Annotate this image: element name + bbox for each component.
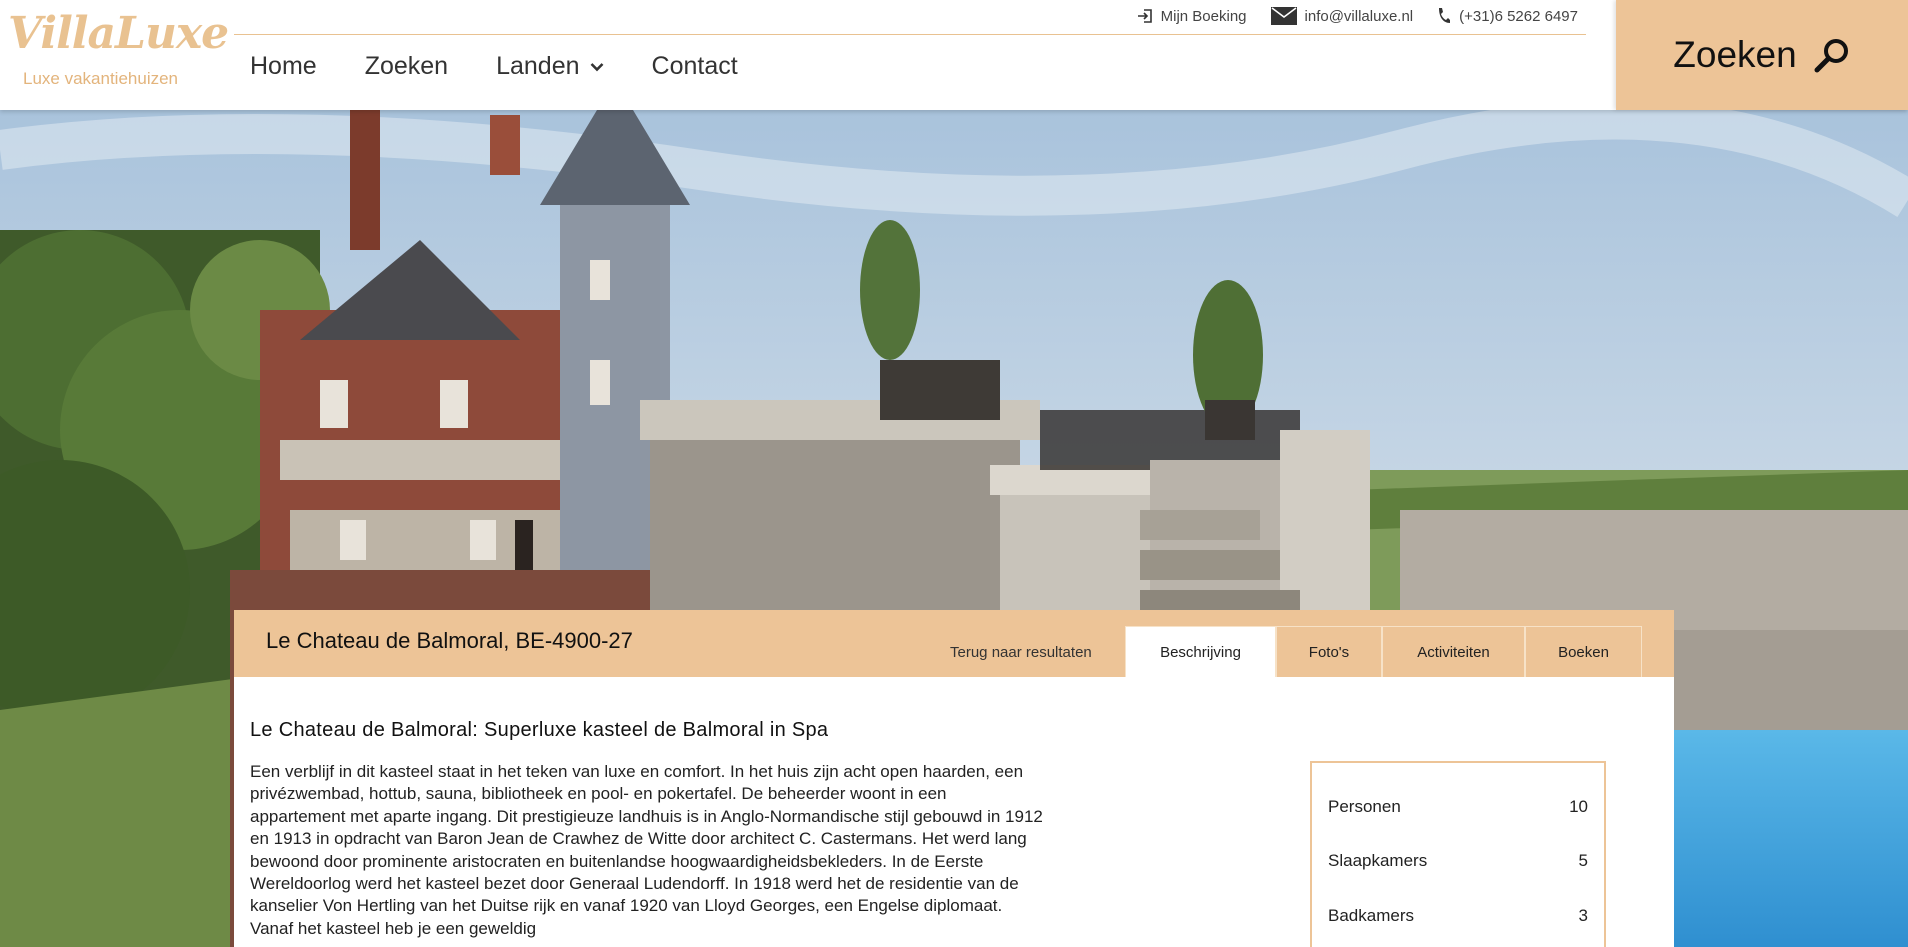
- tab-activiteiten[interactable]: Activiteiten: [1382, 626, 1525, 677]
- description-text: Een verblijf in dit kasteel staat in het…: [250, 762, 1043, 938]
- spec-row-badkamers: Badkamers 3: [1328, 906, 1588, 926]
- login-icon: [1137, 9, 1152, 23]
- property-title: Le Chateau de Balmoral, BE-4900-27: [266, 628, 633, 653]
- tab-boeken[interactable]: Boeken: [1525, 626, 1642, 677]
- spec-value: 3: [1578, 906, 1588, 925]
- chevron-down-icon: [590, 62, 603, 71]
- email-label: info@villaluxe.nl: [1304, 7, 1414, 25]
- phone-label: (+31)6 5262 6497: [1459, 7, 1578, 25]
- nav-item-label: Home: [250, 52, 317, 80]
- property-tabs: Beschrijving Foto's Activiteiten Boeken: [1125, 626, 1642, 677]
- back-to-results-link[interactable]: Terug naar resultaten: [950, 644, 1092, 661]
- logo[interactable]: VillaLuxe Luxe vakantiehuizen: [8, 12, 229, 92]
- spec-label: Badkamers: [1328, 906, 1414, 925]
- search-button-label: Zoeken: [1673, 34, 1797, 75]
- logo-wordmark: VillaLuxe: [8, 8, 229, 59]
- nav-item-landen[interactable]: Landen: [496, 52, 603, 81]
- phone-link[interactable]: (+31)6 5262 6497: [1437, 7, 1578, 25]
- nav-item-label: Zoeken: [364, 52, 449, 80]
- envelope-icon: [1270, 7, 1297, 25]
- spec-row-slaapkamers: Slaapkamers 5: [1328, 851, 1588, 871]
- my-booking-link[interactable]: Mijn Boeking: [1137, 7, 1247, 25]
- spec-row-personen: Personen 10: [1328, 797, 1588, 817]
- email-link[interactable]: info@villaluxe.nl: [1270, 7, 1414, 25]
- property-specs-box: Personen 10 Slaapkamers 5 Badkamers 3: [1310, 761, 1606, 947]
- my-booking-label: Mijn Boeking: [1160, 7, 1247, 25]
- nav-item-label: Landen: [496, 52, 580, 80]
- description-heading: Le Chateau de Balmoral: Superluxe kastee…: [250, 719, 829, 741]
- tab-fotos[interactable]: Foto's: [1276, 626, 1382, 677]
- phone-icon: [1439, 8, 1451, 23]
- nav-item-zoeken[interactable]: Zoeken: [365, 52, 448, 81]
- search-button[interactable]: Zoeken: [1616, 0, 1908, 110]
- spec-value: 10: [1569, 797, 1588, 816]
- property-content: Le Chateau de Balmoral: Superluxe kastee…: [234, 677, 1674, 947]
- site-header: VillaLuxe Luxe vakantiehuizen Mijn Boeki…: [0, 0, 1908, 110]
- logo-tagline: Luxe vakantiehuizen: [23, 69, 179, 88]
- nav-item-contact[interactable]: Contact: [652, 52, 738, 81]
- tab-beschrijving[interactable]: Beschrijving: [1125, 626, 1276, 677]
- spec-label: Slaapkamers: [1328, 851, 1428, 870]
- search-icon: [1814, 39, 1848, 73]
- spec-label: Personen: [1328, 797, 1401, 816]
- top-contact-bar: Mijn Boeking info@villaluxe.nl (+31)6 52…: [234, 0, 1586, 35]
- nav-item-label: Contact: [651, 52, 738, 80]
- property-header-bar: Le Chateau de Balmoral, BE-4900-27 Terug…: [234, 610, 1674, 677]
- nav-item-home[interactable]: Home: [250, 52, 317, 81]
- main-nav: Home Zoeken Landen Contact: [250, 52, 738, 81]
- spec-value: 5: [1578, 851, 1588, 870]
